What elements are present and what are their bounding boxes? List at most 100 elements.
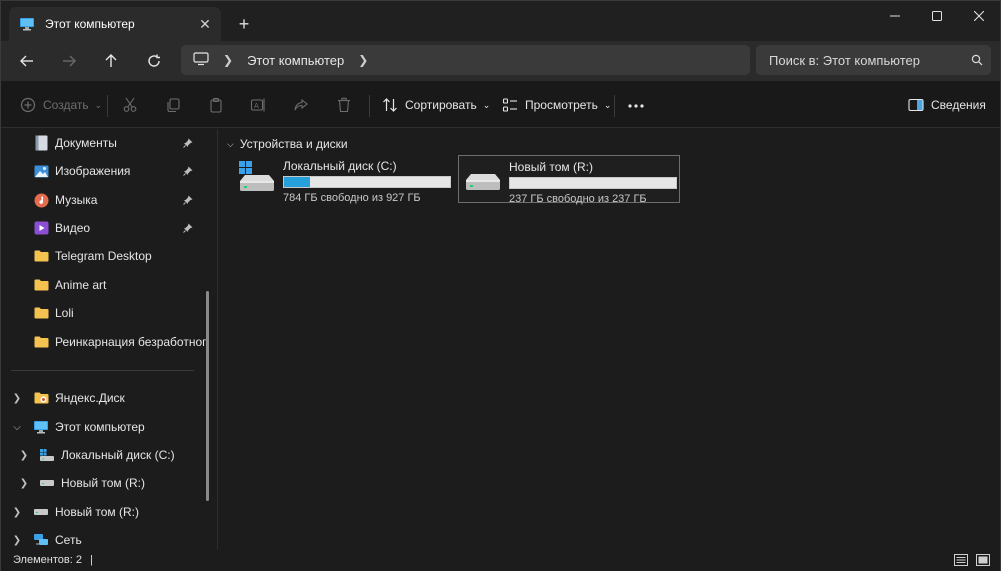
sidebar-item-telegram-desktop[interactable]: Telegram Desktop bbox=[1, 243, 206, 269]
view-toggle bbox=[948, 552, 992, 568]
sort-button[interactable]: Сортировать ⌄ bbox=[381, 93, 490, 117]
chevron-right-icon[interactable]: ❯ bbox=[1, 507, 33, 518]
status-caret: | bbox=[89, 554, 93, 566]
share-button[interactable] bbox=[292, 93, 316, 117]
sort-label: Сортировать bbox=[405, 98, 477, 112]
drive-usage-fill bbox=[284, 177, 310, 187]
pin-icon[interactable] bbox=[180, 223, 196, 233]
view-label: Просмотреть bbox=[525, 98, 598, 112]
network-icon bbox=[33, 532, 49, 548]
copy-icon bbox=[164, 96, 182, 114]
details-pane-icon bbox=[907, 96, 925, 114]
view-list-icon bbox=[501, 96, 519, 114]
yandex-disk-icon bbox=[33, 390, 49, 406]
trash-icon bbox=[335, 96, 353, 114]
new-tab-button[interactable]: + bbox=[231, 11, 257, 37]
sidebar-scrollbar[interactable] bbox=[206, 291, 209, 501]
pictures-icon bbox=[33, 163, 49, 179]
chevron-down-icon: ⌄ bbox=[482, 99, 491, 110]
breadcrumb-this-pc[interactable]: Этот компьютер bbox=[247, 53, 344, 68]
delete-button[interactable] bbox=[335, 93, 359, 117]
tab-this-pc[interactable]: Этот компьютер ✕ bbox=[9, 7, 221, 41]
sidebar-divider bbox=[11, 370, 194, 371]
drive-tile-local-c[interactable]: Локальный диск (C:) 784 ГБ свободно из 9… bbox=[233, 155, 455, 204]
forward-button[interactable] bbox=[55, 47, 83, 75]
sidebar-item-network[interactable]: ❯ Сеть bbox=[1, 527, 206, 549]
clipboard-icon bbox=[207, 96, 225, 114]
folder-icon bbox=[33, 277, 49, 293]
close-tab-icon[interactable]: ✕ bbox=[193, 12, 217, 36]
drive-free-space: 784 ГБ свободно из 927 ГБ bbox=[283, 192, 421, 204]
close-window-button[interactable] bbox=[958, 1, 1000, 31]
drive-tile-new-volume-r[interactable]: Новый том (R:) 237 ГБ свободно из 237 ГБ bbox=[458, 155, 680, 205]
create-button[interactable]: Создать ⌄ bbox=[19, 93, 102, 117]
rename-icon: A bbox=[249, 96, 267, 114]
sidebar-item-new-volume-r-nested[interactable]: ❯ Новый том (R:) bbox=[9, 470, 214, 496]
minimize-button[interactable] bbox=[874, 1, 916, 31]
sidebar-item-music[interactable]: Музыка bbox=[1, 187, 206, 213]
drive-icon bbox=[463, 160, 503, 198]
pin-icon[interactable] bbox=[180, 166, 196, 176]
share-icon bbox=[292, 96, 310, 114]
cut-button[interactable] bbox=[121, 93, 145, 117]
paste-button[interactable] bbox=[207, 93, 231, 117]
separator bbox=[107, 95, 108, 117]
pin-icon[interactable] bbox=[180, 195, 196, 205]
maximize-button[interactable] bbox=[916, 1, 958, 31]
drive-icon bbox=[39, 475, 55, 491]
sidebar-item-loli[interactable]: Loli bbox=[1, 300, 206, 326]
address-bar[interactable]: ❯ Этот компьютер ❯ bbox=[181, 45, 750, 75]
chevron-right-icon[interactable]: ❯ bbox=[1, 535, 33, 546]
drive-free-space: 237 ГБ свободно из 237 ГБ bbox=[509, 193, 647, 205]
chevron-down-icon[interactable]: ⌵ bbox=[227, 139, 234, 150]
drive-usage-bar bbox=[283, 176, 451, 188]
search-input[interactable]: Поиск в: Этот компьютер bbox=[769, 53, 963, 68]
search-icon[interactable] bbox=[963, 54, 991, 66]
tiles-view-icon[interactable] bbox=[974, 552, 992, 568]
view-button[interactable]: Просмотреть ⌄ bbox=[501, 93, 611, 117]
status-bar: Элементов: 2 | bbox=[1, 549, 1000, 571]
sidebar-item-video[interactable]: Видео bbox=[1, 215, 206, 241]
copy-button[interactable] bbox=[164, 93, 188, 117]
tab-title: Этот компьютер bbox=[45, 17, 135, 31]
group-header-devices[interactable]: ⌵ Устройства и диски bbox=[227, 137, 348, 151]
computer-icon bbox=[19, 16, 35, 32]
content-pane: ⌵ Устройства и диски Локальный диск (C:) bbox=[219, 129, 1000, 549]
sidebar-item-yandex-disk[interactable]: ❯ Яндекс.Диск bbox=[1, 385, 206, 411]
chevron-down-icon: ⌄ bbox=[94, 99, 103, 110]
create-label: Создать bbox=[43, 98, 89, 112]
video-icon bbox=[33, 220, 49, 236]
sidebar-item-documents[interactable]: Документы bbox=[1, 130, 206, 156]
chevron-down-icon: ⌄ bbox=[603, 99, 612, 110]
chevron-right-icon[interactable]: ❯ bbox=[9, 450, 39, 461]
svg-text:A: A bbox=[254, 102, 259, 110]
sidebar-item-this-pc[interactable]: ⌵ Этот компьютер bbox=[1, 414, 206, 440]
rename-button[interactable]: A bbox=[249, 93, 273, 117]
details-pane-button[interactable]: Сведения bbox=[907, 93, 986, 117]
drive-name: Локальный диск (C:) bbox=[283, 159, 397, 173]
chevron-right-icon[interactable]: ❯ bbox=[223, 53, 233, 67]
chevron-right-icon[interactable]: ❯ bbox=[9, 478, 39, 489]
items-count: Элементов: 2 bbox=[13, 554, 82, 566]
search-box[interactable]: Поиск в: Этот компьютер bbox=[756, 45, 991, 75]
sidebar-item-anime-art[interactable]: Anime art bbox=[1, 272, 206, 298]
folder-icon bbox=[33, 248, 49, 264]
back-button[interactable] bbox=[13, 47, 41, 75]
sidebar-item-pictures[interactable]: Изображения bbox=[1, 158, 206, 184]
chevron-right-icon[interactable]: ❯ bbox=[358, 53, 368, 67]
more-options-button[interactable] bbox=[627, 93, 645, 117]
separator bbox=[614, 95, 615, 117]
chevron-right-icon[interactable]: ❯ bbox=[1, 393, 33, 404]
chevron-down-icon[interactable]: ⌵ bbox=[1, 422, 33, 433]
refresh-button[interactable] bbox=[140, 47, 168, 75]
sidebar-item-new-volume-r[interactable]: ❯ Новый том (R:) bbox=[1, 499, 206, 525]
sidebar-item-reincarnation[interactable]: Реинкарнация безработного bbox=[1, 329, 206, 355]
sidebar-item-local-disk-c[interactable]: ❯ Локальный диск (C:) bbox=[9, 442, 214, 468]
up-button[interactable] bbox=[97, 47, 125, 75]
pin-icon[interactable] bbox=[180, 138, 196, 148]
drive-icon bbox=[33, 504, 49, 520]
window-controls bbox=[874, 1, 1000, 31]
details-view-icon[interactable] bbox=[952, 552, 970, 568]
separator bbox=[369, 95, 370, 117]
computer-icon bbox=[33, 419, 49, 435]
